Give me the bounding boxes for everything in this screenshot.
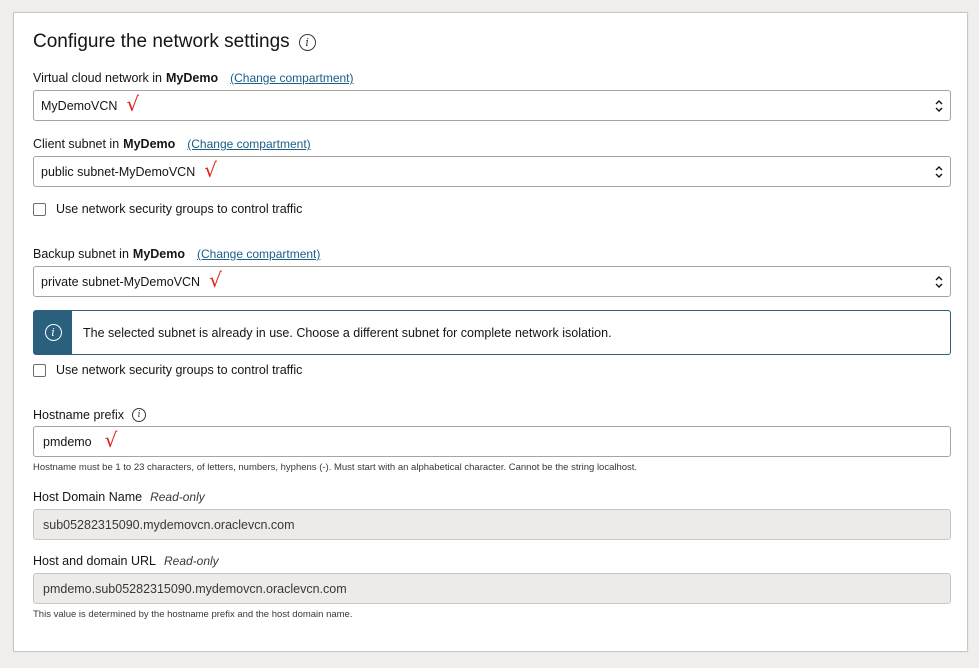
info-icon[interactable]: i (298, 33, 316, 51)
up-down-chevron-icon (935, 100, 943, 112)
host-domain-value: sub05282315090.mydemovcn.oraclevcn.com (43, 517, 295, 532)
backup-nsg-checkbox[interactable] (33, 363, 46, 377)
hostname-input[interactable]: pmdemo √ (33, 426, 951, 457)
host-url-value: pmdemo.sub05282315090.mydemovcn.oraclevc… (43, 581, 347, 596)
client-subnet-select[interactable]: public subnet-MyDemoVCN √ (33, 156, 951, 187)
hostname-label-text: Hostname prefix (33, 408, 125, 422)
info-icon[interactable]: i (132, 408, 147, 422)
backup-subnet-label: Backup subnet in MyDemo (Change compartm… (33, 247, 320, 261)
annotation-checkmark: √ (104, 427, 118, 452)
backup-subnet-compartment: MyDemo (132, 247, 185, 261)
host-url-help-text: This value is determined by the hostname… (33, 609, 353, 620)
client-nsg-checkbox-row[interactable]: Use network security groups to control t… (33, 202, 302, 216)
annotation-checkmark: √ (204, 157, 217, 182)
up-down-chevron-icon (935, 276, 943, 288)
vcn-select[interactable]: MyDemoVCN √ (33, 90, 951, 121)
vcn-change-compartment-link[interactable]: (Change compartment) (230, 71, 353, 85)
backup-subnet-label-text: Backup subnet in (33, 247, 129, 261)
up-down-chevron-icon (935, 166, 943, 178)
info-icon: i (44, 324, 62, 341)
host-url-label: Host and domain URL Read-only (33, 554, 219, 568)
client-subnet-compartment: MyDemo (123, 137, 176, 151)
vcn-compartment: MyDemo (166, 71, 219, 85)
annotation-checkmark: √ (126, 91, 140, 116)
hostname-input-value: pmdemo (43, 434, 92, 449)
client-subnet-change-compartment-link[interactable]: (Change compartment) (187, 137, 310, 151)
vcn-select-value: MyDemoVCN (41, 98, 118, 113)
client-subnet-label: Client subnet in MyDemo (Change compartm… (33, 137, 311, 151)
read-only-tag: Read-only (150, 490, 205, 504)
backup-nsg-checkbox-label: Use network security groups to control t… (56, 363, 303, 377)
host-url-field: pmdemo.sub05282315090.mydemovcn.oraclevc… (33, 573, 951, 604)
client-subnet-label-text: Client subnet in (33, 137, 120, 151)
notice-accent-bar: i (34, 311, 72, 354)
host-domain-label: Host Domain Name Read-only (33, 490, 205, 504)
section-title-text: Configure the network settings (33, 31, 290, 52)
host-domain-label-text: Host Domain Name (33, 490, 143, 504)
host-url-label-text: Host and domain URL (33, 554, 156, 568)
client-nsg-checkbox-label: Use network security groups to control t… (56, 202, 303, 216)
annotation-checkmark: √ (209, 267, 222, 292)
vcn-label: Virtual cloud network in MyDemo (Change … (33, 71, 354, 85)
network-settings-panel: Configure the network settings i Virtual… (13, 12, 968, 652)
client-subnet-select-value: public subnet-MyDemoVCN (41, 164, 196, 179)
read-only-tag: Read-only (163, 554, 219, 568)
hostname-label: Hostname prefix i (33, 408, 147, 422)
hostname-help-text: Hostname must be 1 to 23 characters, of … (33, 462, 638, 473)
host-domain-field: sub05282315090.mydemovcn.oraclevcn.com (33, 509, 951, 540)
vcn-label-text: Virtual cloud network in (33, 71, 163, 85)
backup-subnet-select[interactable]: private subnet-MyDemoVCN √ (33, 266, 951, 297)
backup-subnet-change-compartment-link[interactable]: (Change compartment) (197, 247, 320, 261)
subnet-in-use-notice: i The selected subnet is already in use.… (33, 310, 951, 355)
section-title: Configure the network settings i (33, 31, 316, 53)
notice-message: The selected subnet is already in use. C… (83, 325, 612, 340)
backup-subnet-select-value: private subnet-MyDemoVCN (41, 274, 201, 289)
client-nsg-checkbox[interactable] (33, 202, 46, 216)
backup-nsg-checkbox-row[interactable]: Use network security groups to control t… (33, 363, 302, 377)
